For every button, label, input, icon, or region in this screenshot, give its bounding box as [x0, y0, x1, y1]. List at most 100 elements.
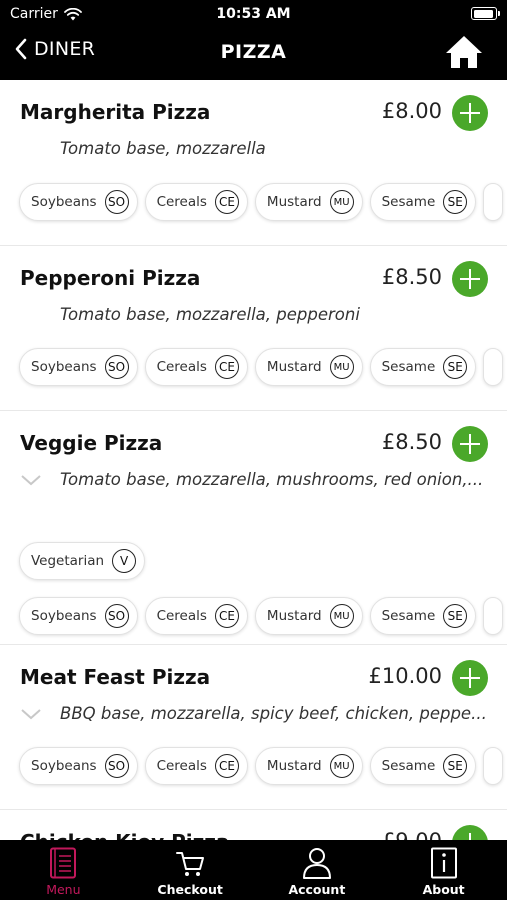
allergen-label: Mustard: [266, 608, 322, 624]
allergen-code: SE: [443, 754, 468, 778]
allergen-code: SO: [104, 754, 129, 778]
item-name: Pepperoni Pizza: [20, 266, 201, 290]
allergen-tag: Mustard MU: [254, 747, 363, 785]
menu-book-icon: [50, 847, 77, 879]
allergen-code: CE: [214, 604, 239, 628]
allergen-code: SE: [443, 190, 468, 214]
status-bar: Carrier 10:53 AM: [0, 0, 507, 28]
item-price: £9.00: [382, 829, 442, 840]
allergen-tag: Cereals CE: [144, 348, 248, 386]
add-to-cart-button[interactable]: [452, 825, 488, 840]
status-time: 10:53 AM: [216, 6, 291, 22]
allergen-code: SE: [443, 604, 468, 628]
menu-item: Chicken Kiev Pizza £9.00: [0, 810, 507, 840]
item-description: Tomato base, mozzarella: [60, 139, 266, 158]
allergen-code: MU: [329, 190, 354, 214]
allergen-tag: Mustard MU: [254, 183, 363, 221]
allergen-tag: Sesame SE: [369, 348, 477, 386]
allergen-label: Sesame: [381, 758, 436, 774]
chevron-down-icon[interactable]: [20, 707, 42, 721]
allergen-code: MU: [329, 355, 354, 379]
battery-icon: [471, 7, 500, 20]
item-description: BBQ base, mozzarella, spicy beef, chicke…: [60, 704, 487, 723]
page-title: PIZZA: [220, 41, 287, 63]
nav-bar: DINER PIZZA: [0, 30, 507, 76]
allergen-label: Mustard: [266, 758, 322, 774]
allergen-tag: Mustard MU: [254, 348, 363, 386]
item-price: £10.00: [368, 664, 442, 688]
allergen-tag: Sesame SE: [369, 183, 477, 221]
allergen-tag-partial: [483, 747, 504, 785]
allergen-label: Mustard: [266, 194, 322, 210]
allergen-tags: Soybeans SO Cereals CE Mustard MU Sesame SE: [19, 348, 504, 386]
item-description: Tomato base, mozzarella, mushrooms, red …: [60, 470, 484, 489]
tab-checkout[interactable]: Checkout: [127, 840, 254, 900]
item-description: Tomato base, mozzarella, pepperoni: [60, 305, 360, 324]
allergen-tag: Cereals CE: [144, 183, 248, 221]
allergen-tag-partial: [483, 597, 504, 635]
allergen-label: Soybeans: [31, 359, 97, 375]
item-name: Veggie Pizza: [20, 431, 163, 455]
allergen-label: Soybeans: [31, 758, 97, 774]
allergen-tags: Soybeans SO Cereals CE Mustard MU Sesame SE: [19, 183, 504, 221]
allergen-label: Sesame: [381, 194, 436, 210]
allergen-label: Cereals: [156, 359, 207, 375]
allergen-tag: Sesame SE: [369, 747, 477, 785]
allergen-tags: Soybeans SO Cereals CE Mustard MU Sesame SE: [19, 747, 504, 785]
allergen-label: Cereals: [156, 758, 207, 774]
menu-item: Meat Feast Pizza £10.00 BBQ base, mozzar…: [0, 645, 507, 810]
allergen-label: Soybeans: [31, 608, 97, 624]
tab-account[interactable]: Account: [254, 840, 381, 900]
allergen-code: MU: [329, 604, 354, 628]
tab-about[interactable]: About: [380, 840, 507, 900]
item-price: £8.00: [381, 99, 442, 123]
add-to-cart-button[interactable]: [452, 261, 488, 297]
menu-list[interactable]: Margherita Pizza £8.00 Tomato base, mozz…: [0, 80, 507, 840]
item-name: Chicken Kiev Pizza: [20, 830, 229, 840]
allergen-tag: Cereals CE: [144, 597, 248, 635]
allergen-tag: Soybeans SO: [19, 597, 138, 635]
allergen-label: Sesame: [381, 359, 436, 375]
add-to-cart-button[interactable]: [452, 95, 488, 131]
dietary-label: Vegetarian: [31, 553, 105, 569]
add-to-cart-button[interactable]: [452, 660, 488, 696]
allergen-code: SO: [104, 355, 129, 379]
allergen-label: Mustard: [266, 359, 322, 375]
tab-label: Account: [288, 882, 346, 897]
tab-label: Checkout: [157, 882, 223, 897]
menu-item: Margherita Pizza £8.00 Tomato base, mozz…: [0, 80, 507, 246]
allergen-tag: Soybeans SO: [19, 747, 138, 785]
dietary-tag: Vegetarian V: [19, 542, 146, 580]
tab-menu[interactable]: Menu: [0, 840, 127, 900]
person-icon: [302, 848, 331, 879]
allergen-tags: Soybeans SO Cereals CE Mustard MU Sesame SE: [19, 597, 504, 635]
home-icon[interactable]: [445, 34, 483, 70]
allergen-label: Soybeans: [31, 194, 97, 210]
info-icon: [430, 847, 457, 879]
allergen-label: Sesame: [381, 608, 436, 624]
allergen-code: CE: [214, 754, 239, 778]
allergen-label: Cereals: [156, 608, 207, 624]
dietary-code: V: [112, 549, 137, 573]
allergen-code: SO: [104, 604, 129, 628]
allergen-tag-partial: [483, 183, 504, 221]
item-name: Margherita Pizza: [20, 100, 211, 124]
item-name: Meat Feast Pizza: [20, 665, 211, 689]
tab-label: Menu: [46, 882, 81, 897]
allergen-label: Cereals: [156, 194, 207, 210]
item-price: £8.50: [381, 430, 442, 454]
allergen-tag-partial: [483, 348, 504, 386]
allergen-code: CE: [214, 190, 239, 214]
menu-item: Veggie Pizza £8.50 Tomato base, mozzarel…: [0, 411, 507, 645]
allergen-code: MU: [329, 754, 354, 778]
add-to-cart-button[interactable]: [452, 426, 488, 462]
dietary-tags: Vegetarian V: [19, 542, 146, 580]
menu-item: Pepperoni Pizza £8.50 Tomato base, mozza…: [0, 246, 507, 411]
tab-bar: Menu Checkout Account About: [0, 840, 507, 900]
top-bar: Carrier 10:53 AM DINER PIZZA: [0, 0, 507, 80]
item-price: £8.50: [381, 265, 442, 289]
chevron-down-icon[interactable]: [20, 473, 42, 487]
allergen-tag: Sesame SE: [369, 597, 477, 635]
allergen-code: SO: [104, 190, 129, 214]
allergen-code: CE: [214, 355, 239, 379]
